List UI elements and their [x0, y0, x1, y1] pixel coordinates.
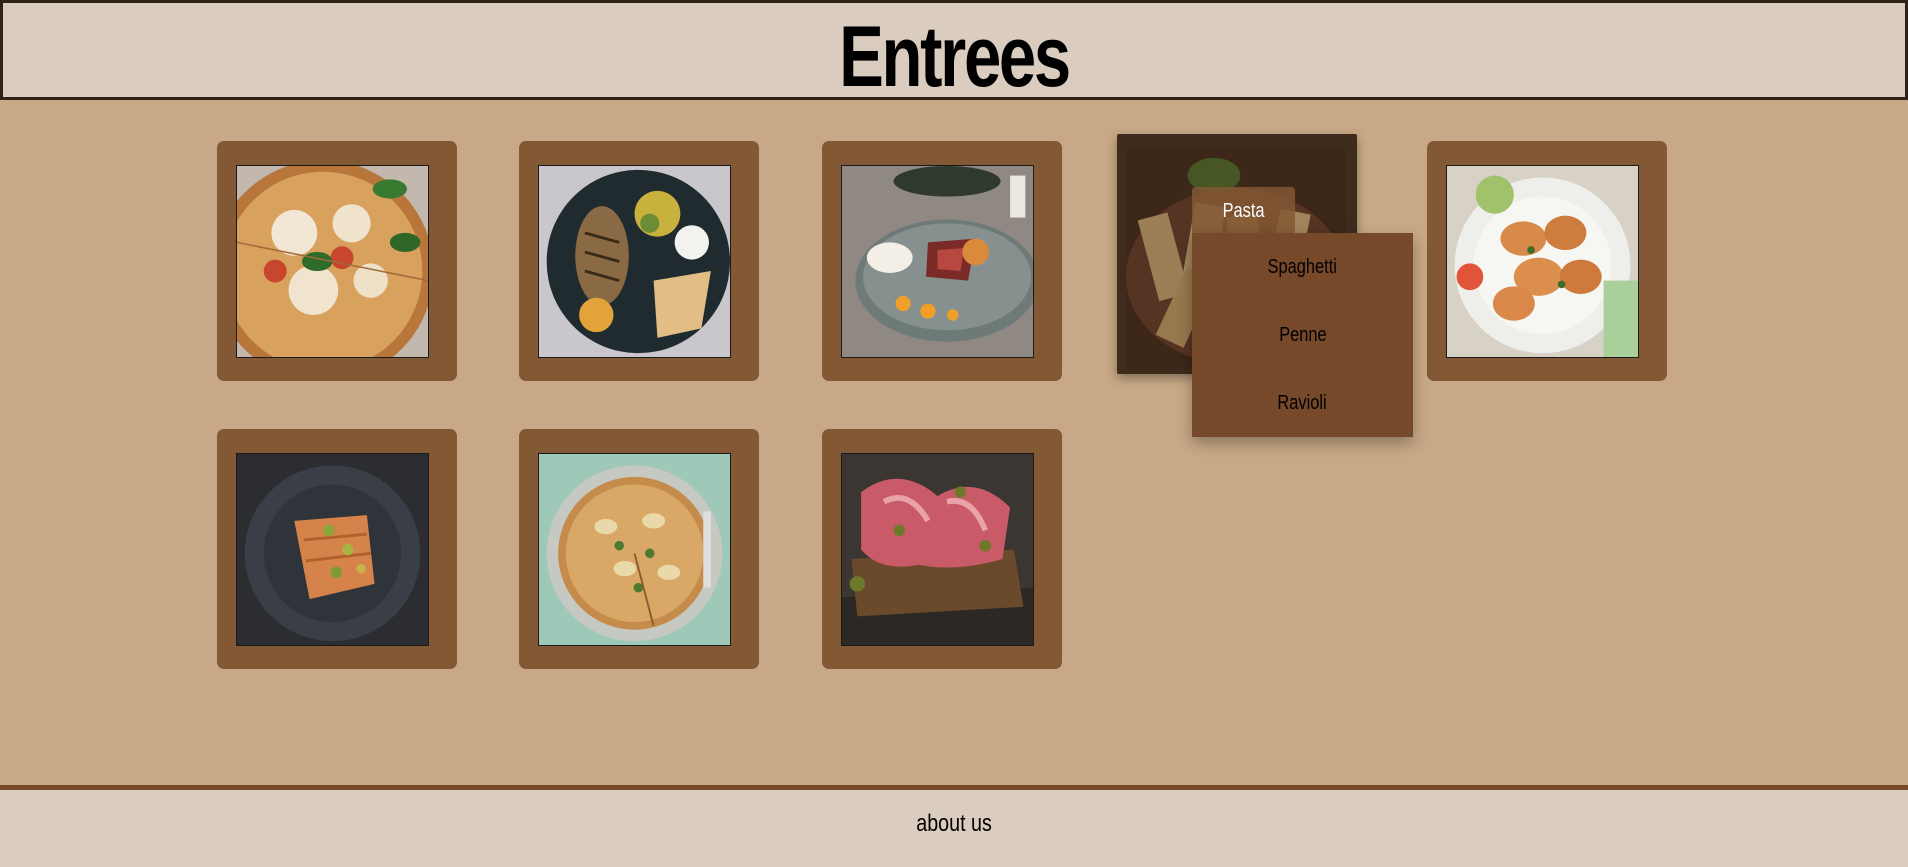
grilled-chicken-photo — [538, 165, 731, 358]
salmon-photo — [236, 453, 429, 646]
page-footer: about us — [0, 785, 1908, 867]
page-header: Entrees — [0, 0, 1908, 105]
dropdown-item-spaghetti[interactable]: Spaghetti — [1192, 233, 1413, 301]
page-title: Entrees — [839, 9, 1071, 105]
menu-card-steak[interactable] — [822, 141, 1062, 381]
prosciutto-toast-photo — [841, 453, 1034, 646]
pizza-margherita-photo — [236, 165, 429, 358]
shrimp-photo — [1446, 165, 1639, 358]
pasta-dropdown-menu: Spaghetti Penne Ravioli — [1192, 233, 1413, 437]
dropdown-item-penne[interactable]: Penne — [1192, 301, 1413, 369]
pear-tart-photo — [538, 453, 731, 646]
menu-card-pizza[interactable] — [217, 141, 457, 381]
steak-plate-photo — [841, 165, 1034, 358]
menu-card-tart[interactable] — [519, 429, 759, 669]
dropdown-item-ravioli[interactable]: Ravioli — [1192, 369, 1413, 437]
menu-card-shrimp[interactable] — [1427, 141, 1667, 381]
menu-card-prosciutto[interactable] — [822, 429, 1062, 669]
pasta-category-label[interactable]: Pasta — [1192, 187, 1295, 235]
about-us-link[interactable]: about us — [0, 810, 1908, 838]
menu-card-salmon[interactable] — [217, 429, 457, 669]
menu-card-chicken[interactable] — [519, 141, 759, 381]
